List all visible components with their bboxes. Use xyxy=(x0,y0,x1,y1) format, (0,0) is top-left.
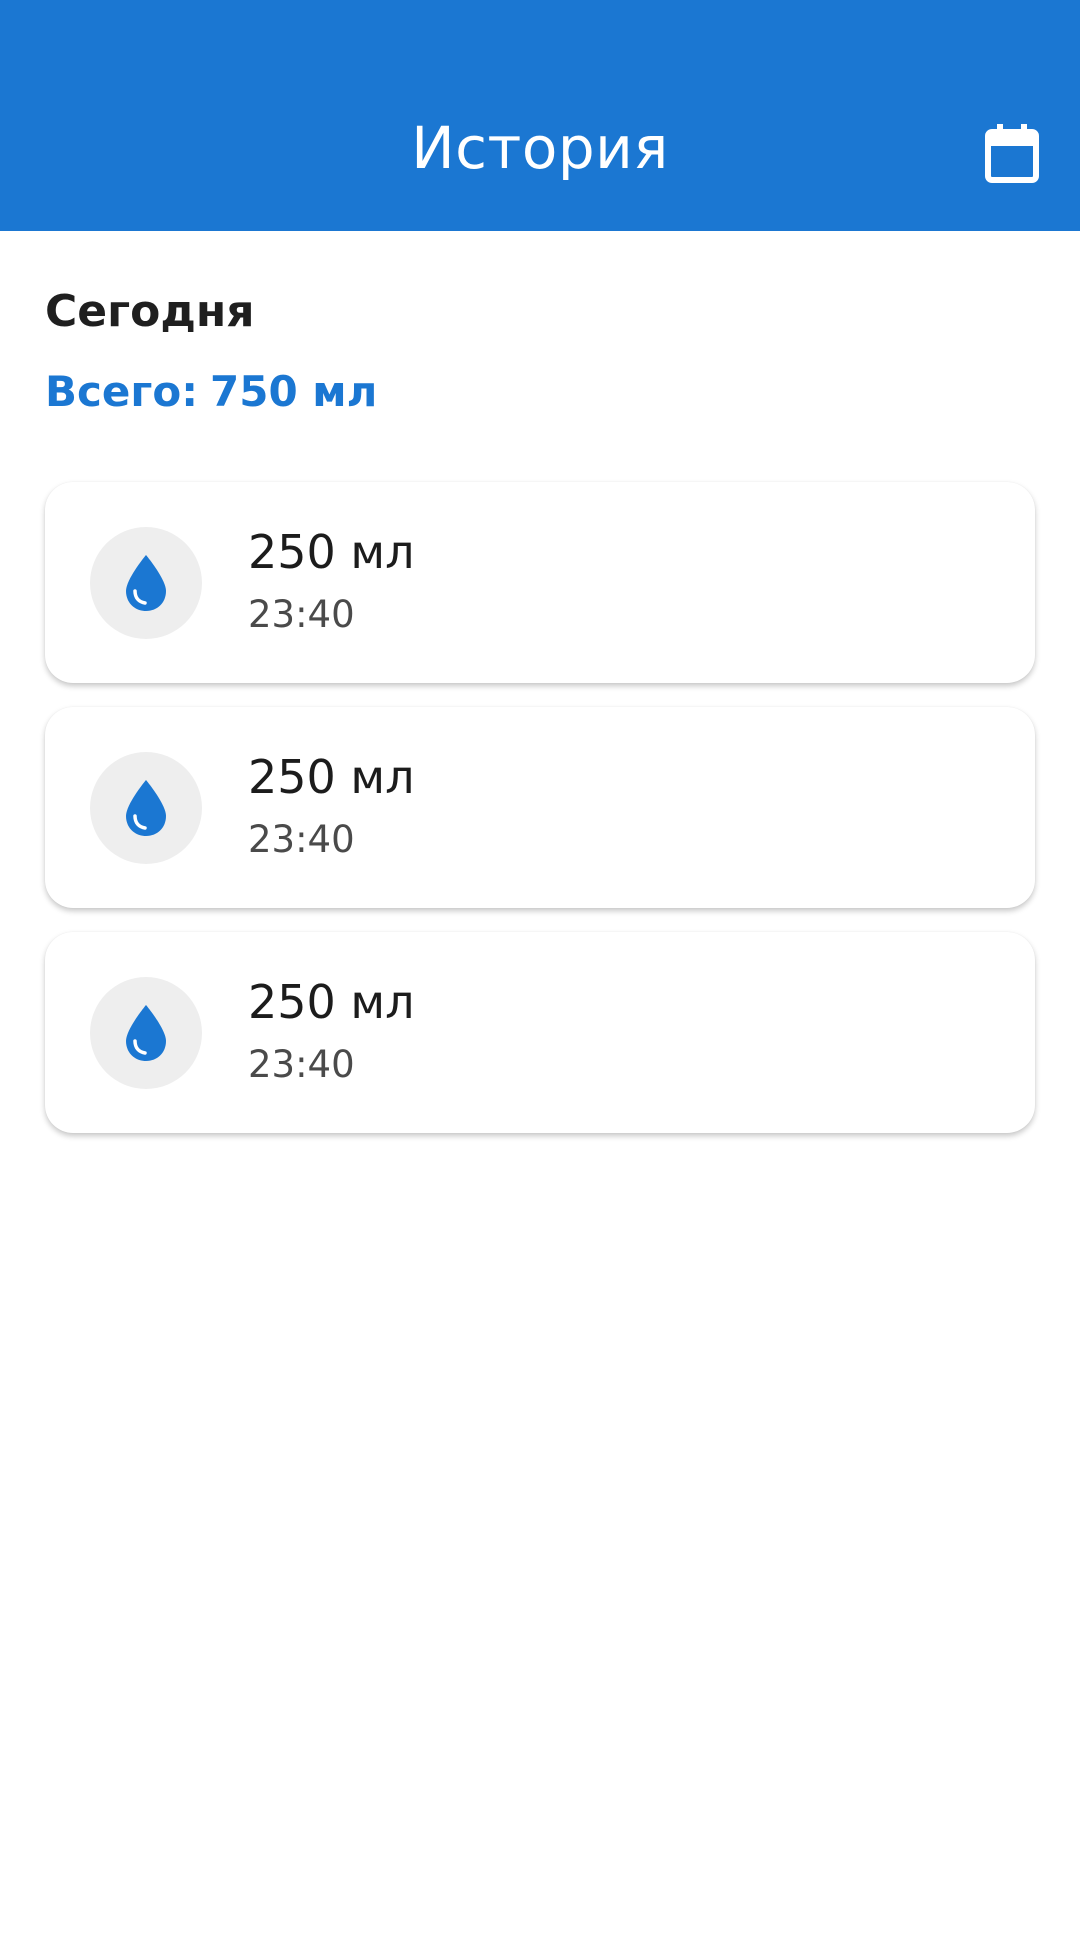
history-entry-card[interactable]: 250 мл 23:40 xyxy=(45,932,1035,1133)
entry-time: 23:40 xyxy=(248,818,355,861)
water-drop-icon xyxy=(126,780,166,836)
entry-time: 23:40 xyxy=(248,1043,355,1086)
history-entry-card[interactable]: 250 мл 23:40 xyxy=(45,707,1035,908)
total-label: Всего: xyxy=(45,367,198,416)
entry-time: 23:40 xyxy=(248,593,355,636)
entry-icon-container xyxy=(90,527,202,639)
top-app-bar: История xyxy=(0,0,1080,231)
water-drop-icon xyxy=(126,555,166,611)
total-summary: Всего: 750 мл xyxy=(45,365,377,419)
entry-icon-container xyxy=(90,752,202,864)
section-title-today: Сегодня xyxy=(45,286,255,337)
entry-amount: 250 мл xyxy=(248,975,415,1029)
calendar-button[interactable] xyxy=(970,112,1054,196)
calendar-icon xyxy=(985,124,1039,183)
history-list: 250 мл 23:40 250 мл 23:40 250 мл 23:40 xyxy=(45,482,1035,1157)
total-value: 750 мл xyxy=(210,367,378,416)
entry-amount: 250 мл xyxy=(248,750,415,804)
history-entry-card[interactable]: 250 мл 23:40 xyxy=(45,482,1035,683)
history-screen: История Сегодня Всего: 750 мл 250 мл 23:4… xyxy=(0,0,1080,1949)
page-title: История xyxy=(411,114,669,182)
entry-amount: 250 мл xyxy=(248,525,415,579)
entry-icon-container xyxy=(90,977,202,1089)
water-drop-icon xyxy=(126,1005,166,1061)
